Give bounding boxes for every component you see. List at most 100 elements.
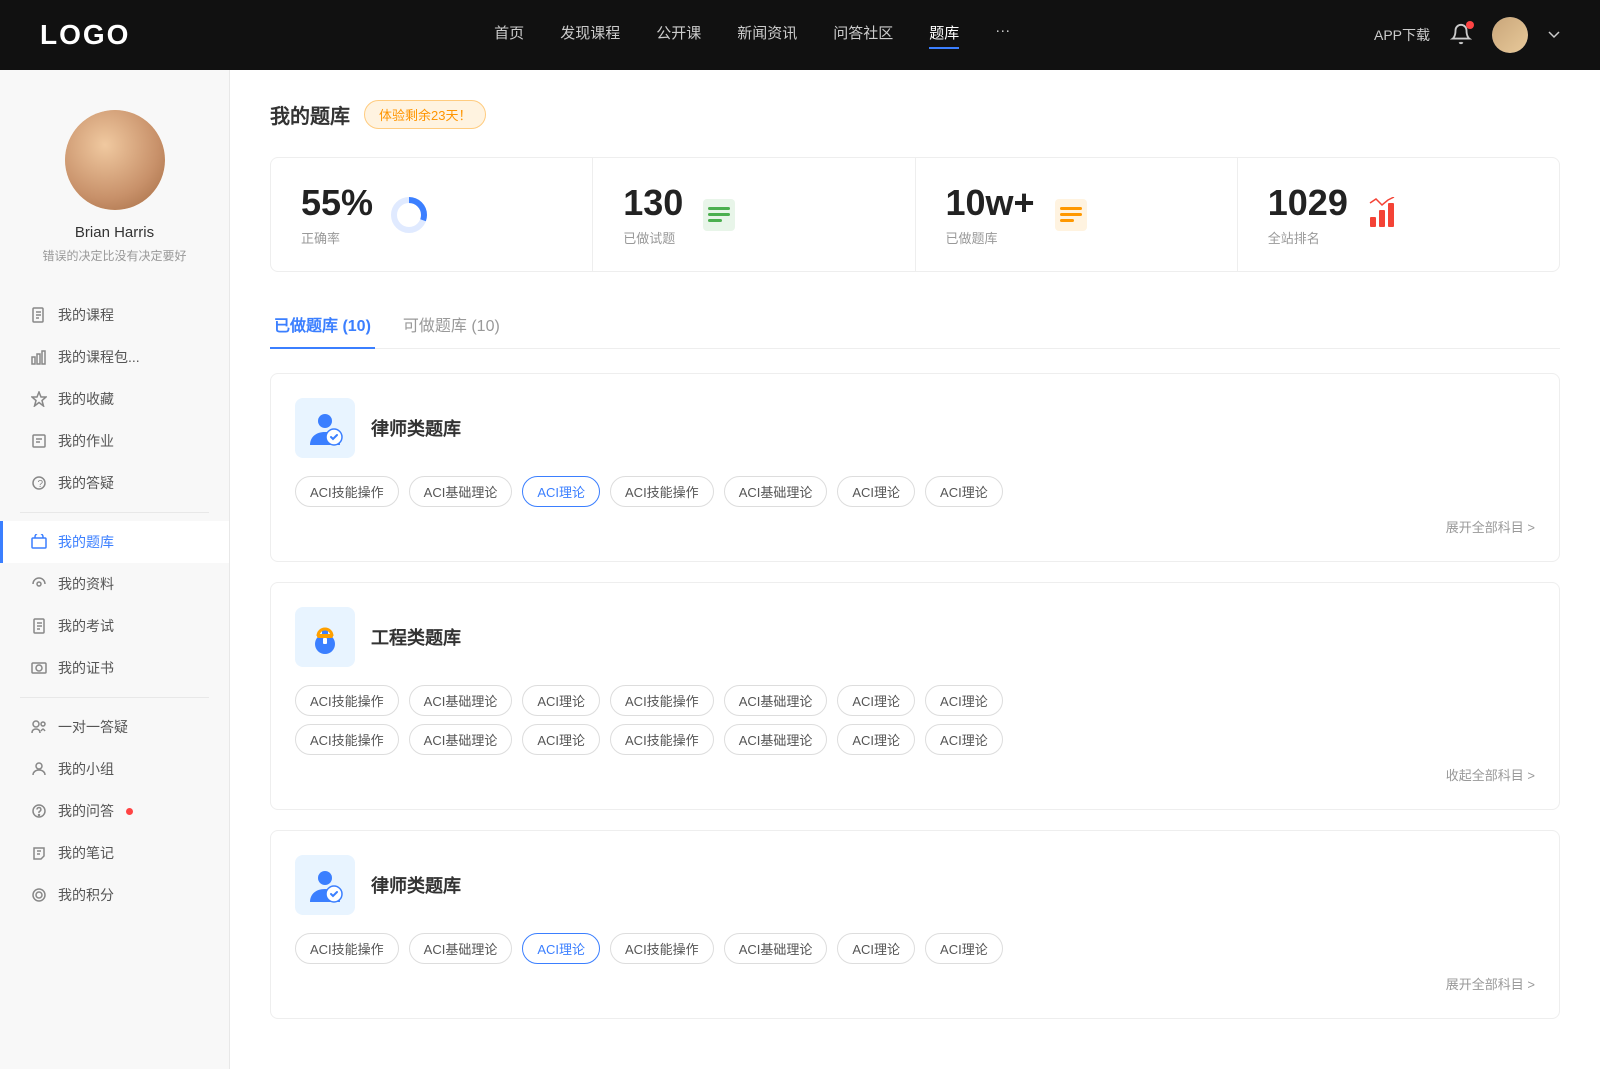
bank-tag[interactable]: ACI理论	[925, 685, 1003, 716]
bank-tag[interactable]: ACI理论	[837, 476, 915, 507]
tab-available-banks[interactable]: 可做题库 (10)	[399, 304, 504, 348]
profile-avatar	[65, 110, 165, 210]
oneon-icon	[30, 718, 48, 736]
bank-tag[interactable]: ACI基础理论	[724, 724, 828, 755]
nav-more[interactable]: ···	[995, 22, 1010, 49]
sidebar-item-homework[interactable]: 我的作业	[0, 420, 229, 462]
bank-tag-highlighted[interactable]: ACI理论	[522, 476, 600, 507]
bank-title-2: 工程类题库	[371, 624, 461, 650]
nav-bank[interactable]: 题库	[929, 22, 959, 49]
main-nav: 首页 发现课程 公开课 新闻资讯 问答社区 题库 ···	[494, 22, 1010, 49]
lawyer-bank-icon-2	[295, 855, 355, 915]
bank-tags-row2-2: ACI技能操作 ACI基础理论 ACI理论 ACI技能操作 ACI基础理论 AC…	[295, 724, 1535, 755]
bank-tag[interactable]: ACI理论	[837, 724, 915, 755]
user-avatar[interactable]	[1492, 17, 1528, 53]
bank-title-3: 律师类题库	[371, 872, 461, 898]
nav-open-course[interactable]: 公开课	[656, 22, 701, 49]
qa-icon	[30, 802, 48, 820]
nav-discover[interactable]: 发现课程	[560, 22, 620, 49]
profile-name: Brian Harris	[20, 224, 209, 241]
bank-tag[interactable]: ACI理论	[837, 933, 915, 964]
sidebar-label: 我的答疑	[58, 473, 114, 493]
bank-icon	[30, 533, 48, 551]
sidebar-item-my-bank[interactable]: 我的题库	[0, 521, 229, 563]
bank-tag[interactable]: ACI技能操作	[610, 933, 714, 964]
bank-tag[interactable]: ACI技能操作	[610, 476, 714, 507]
bank-tag[interactable]: ACI理论	[837, 685, 915, 716]
sidebar-label: 我的收藏	[58, 389, 114, 409]
notification-dot	[126, 808, 133, 815]
question-icon: ?	[30, 474, 48, 492]
collapse-link-2[interactable]: 收起全部科目 >	[1446, 768, 1535, 783]
sidebar-item-points[interactable]: 我的积分	[0, 874, 229, 916]
sidebar-item-favorites[interactable]: 我的收藏	[0, 378, 229, 420]
sidebar-label: 我的作业	[58, 431, 114, 451]
sidebar-item-qa[interactable]: ? 我的答疑	[0, 462, 229, 504]
app-download-btn[interactable]: APP下载	[1374, 25, 1430, 45]
sidebar-item-1on1[interactable]: 一对一答疑	[0, 706, 229, 748]
sidebar-item-group[interactable]: 我的小组	[0, 748, 229, 790]
bank-tag[interactable]: ACI基础理论	[409, 476, 513, 507]
bank-tag[interactable]: ACI技能操作	[295, 933, 399, 964]
star-icon	[30, 390, 48, 408]
bank-tag[interactable]: ACI基础理论	[724, 933, 828, 964]
sidebar-item-cert[interactable]: 我的证书	[0, 647, 229, 689]
bank-tag[interactable]: ACI技能操作	[295, 685, 399, 716]
sidebar-item-exam[interactable]: 我的考试	[0, 605, 229, 647]
bank-section-3: 律师类题库 ACI技能操作 ACI基础理论 ACI理论 ACI技能操作 ACI基…	[270, 830, 1560, 1019]
tabs-row: 已做题库 (10) 可做题库 (10)	[270, 304, 1560, 349]
sidebar-item-course-pkg[interactable]: 我的课程包...	[0, 336, 229, 378]
bar-chart-icon-red	[1364, 195, 1404, 235]
bank-tag[interactable]: ACI基础理论	[409, 724, 513, 755]
list-icon-green	[699, 195, 739, 235]
pie-chart-icon	[389, 195, 429, 235]
bank-header-3: 律师类题库	[295, 855, 1535, 915]
bank-tags-3: ACI技能操作 ACI基础理论 ACI理论 ACI技能操作 ACI基础理论 AC…	[295, 933, 1535, 964]
avatar-dropdown-icon[interactable]	[1548, 29, 1560, 41]
stat-bank-done: 10w+ 已做题库	[916, 158, 1238, 271]
bank-tag[interactable]: ACI基础理论	[409, 685, 513, 716]
sidebar-item-notes[interactable]: 我的笔记	[0, 832, 229, 874]
avatar-image	[65, 110, 165, 210]
bank-tag[interactable]: ACI技能操作	[295, 724, 399, 755]
avatar-image	[1492, 17, 1528, 53]
sidebar-item-resources[interactable]: 我的资料	[0, 563, 229, 605]
bank-tag[interactable]: ACI理论	[522, 724, 600, 755]
sidebar-label: 我的证书	[58, 658, 114, 678]
bank-footer-3: 展开全部科目 >	[295, 974, 1535, 994]
main-content: 我的题库 体验剩余23天！ 55% 正确率	[230, 70, 1600, 1069]
bank-section-1: 律师类题库 ACI技能操作 ACI基础理论 ACI理论 ACI技能操作 ACI基…	[270, 373, 1560, 562]
stat-number: 1029	[1268, 182, 1348, 224]
expand-link-1[interactable]: 展开全部科目 >	[1446, 520, 1535, 535]
bank-title-1: 律师类题库	[371, 415, 461, 441]
tab-done-banks[interactable]: 已做题库 (10)	[270, 304, 375, 348]
bank-footer-1: 展开全部科目 >	[295, 517, 1535, 537]
nav-news[interactable]: 新闻资讯	[737, 22, 797, 49]
nav-qa[interactable]: 问答社区	[833, 22, 893, 49]
bank-tag[interactable]: ACI基础理论	[724, 685, 828, 716]
homework-icon	[30, 432, 48, 450]
bank-section-2: 工程类题库 ACI技能操作 ACI基础理论 ACI理论 ACI技能操作 ACI基…	[270, 582, 1560, 810]
stat-label: 已做试题	[623, 228, 683, 247]
bank-tag[interactable]: ACI技能操作	[610, 685, 714, 716]
bank-tag[interactable]: ACI理论	[925, 724, 1003, 755]
stat-label: 正确率	[301, 228, 373, 247]
trial-badge: 体验剩余23天！	[364, 100, 486, 129]
bank-tag[interactable]: ACI基础理论	[724, 476, 828, 507]
bank-tag[interactable]: ACI技能操作	[295, 476, 399, 507]
bank-tag[interactable]: ACI基础理论	[409, 933, 513, 964]
sidebar-item-my-qa[interactable]: 我的问答	[0, 790, 229, 832]
sidebar-item-my-courses[interactable]: 我的课程	[0, 294, 229, 336]
file-icon	[30, 306, 48, 324]
notification-bell[interactable]	[1450, 23, 1472, 48]
sidebar-label: 我的笔记	[58, 843, 114, 863]
bank-tag[interactable]: ACI理论	[925, 476, 1003, 507]
svg-text:?: ?	[38, 479, 44, 490]
nav-home[interactable]: 首页	[494, 22, 524, 49]
bank-tag[interactable]: ACI理论	[925, 933, 1003, 964]
stat-number: 10w+	[946, 182, 1035, 224]
bank-tag[interactable]: ACI理论	[522, 685, 600, 716]
sidebar-menu: 我的课程 我的课程包... 我的收藏 我的作业	[0, 294, 229, 916]
bank-tag[interactable]: ACI技能操作	[610, 724, 714, 755]
bank-tag-highlighted[interactable]: ACI理论	[522, 933, 600, 964]
